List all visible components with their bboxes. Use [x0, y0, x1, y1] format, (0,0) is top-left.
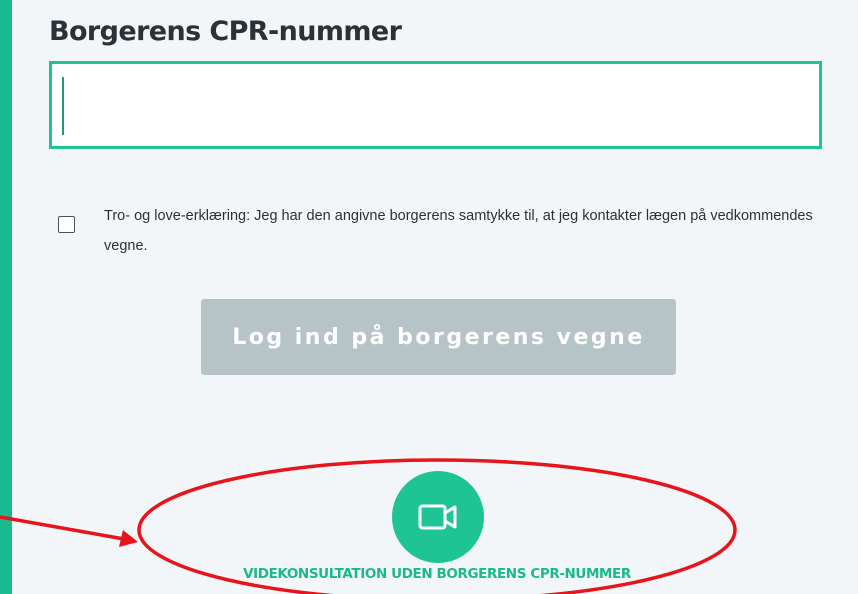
video-camera-icon [418, 504, 457, 530]
text-caret [62, 77, 64, 135]
consent-text: Tro- og love-erklæring: Jeg har den angi… [104, 208, 813, 254]
video-consultation-link[interactable]: VIDEKONSULTATION UDEN BORGERENS CPR-NUMM… [132, 566, 742, 582]
login-card: Borgerens CPR-nummer Tro- og love-erklær… [12, 0, 858, 594]
cpr-input[interactable] [49, 61, 822, 149]
login-on-behalf-button[interactable]: Log ind på borgerens vegne [201, 299, 676, 375]
consent-checkbox[interactable] [58, 216, 75, 233]
video-consultation-button[interactable] [392, 471, 484, 563]
cpr-field-label: Borgerens CPR-nummer [49, 16, 402, 47]
